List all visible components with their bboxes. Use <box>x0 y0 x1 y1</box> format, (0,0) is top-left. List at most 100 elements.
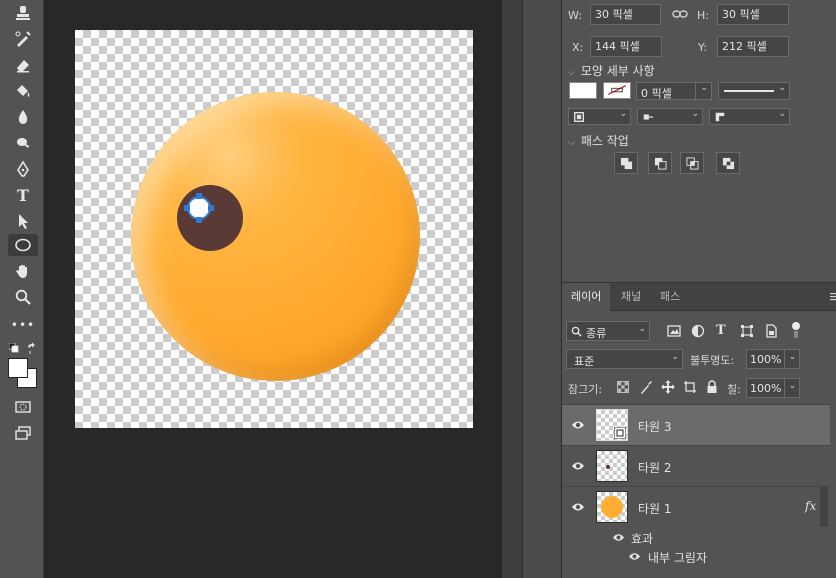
tab-layers[interactable]: 레이어 <box>562 283 611 311</box>
swap-colors-icon[interactable] <box>26 342 38 354</box>
lock-image-pixels-brush-icon[interactable] <box>639 380 653 394</box>
stamp-tool-icon[interactable] <box>8 2 38 24</box>
visibility-eye-icon[interactable] <box>571 460 585 472</box>
filter-pixel-layers-icon[interactable] <box>667 324 681 338</box>
x-position-field[interactable]: 144 픽셀 <box>590 36 662 57</box>
exclude-overlap-button[interactable] <box>716 152 740 174</box>
prevent-auto-nesting-icon[interactable] <box>683 380 697 394</box>
panel-menu-icon[interactable] <box>830 292 836 302</box>
layer-thumbnail <box>596 409 628 441</box>
layers-scrollbar[interactable] <box>820 487 828 527</box>
layer-row[interactable]: 타원 2 <box>562 445 830 486</box>
stroke-color-swatch[interactable] <box>603 82 631 99</box>
dodge-icon[interactable] <box>8 132 38 154</box>
width-label: W: <box>568 9 582 22</box>
y-position-field[interactable]: 212 픽셀 <box>717 36 789 57</box>
path-operations-section[interactable]: ⌵ 패스 작업 <box>568 132 629 149</box>
type-tool-icon[interactable]: T <box>8 184 38 206</box>
shape-details-section[interactable]: ⌵ 모양 세부 사항 <box>568 62 655 79</box>
filter-type-layers-icon[interactable]: T <box>716 323 730 338</box>
tab-channels[interactable]: 채널 <box>612 283 650 311</box>
filter-adjustment-layers-icon[interactable] <box>691 324 705 338</box>
opacity-field[interactable]: 100% ⌄ <box>746 349 800 369</box>
subtract-front-shape-button[interactable] <box>648 152 672 174</box>
more-tools-icon[interactable]: ••• <box>8 314 38 336</box>
path-anchor-right[interactable] <box>208 205 214 211</box>
subtract-shape-icon <box>654 157 667 170</box>
path-anchor-bottom[interactable] <box>196 217 202 223</box>
layers-panel: 레이어 채널 패스 종류 ⌄ T 표준 ⌄ 불투명도: 100% ⌄ 잠그기: <box>562 282 836 578</box>
height-label: H: <box>697 9 709 22</box>
canvas-workspace <box>45 0 502 578</box>
layer-effects-fx-icon[interactable]: fx <box>805 499 816 513</box>
fill-opacity-field[interactable]: 100% ⌄ <box>746 378 800 398</box>
blend-mode-dropdown[interactable]: 표준 ⌄ <box>566 349 683 369</box>
chevron-down-icon: ⌄ <box>788 352 796 362</box>
chevron-down-icon: ⌵ <box>568 68 575 78</box>
layer-thumbnail <box>596 450 628 482</box>
zoom-icon[interactable] <box>8 286 38 308</box>
x-label: X: <box>572 41 584 54</box>
fill-label: 칠: <box>727 383 741 396</box>
lock-position-move-icon[interactable] <box>661 380 675 394</box>
intersect-shapes-button[interactable] <box>680 152 704 174</box>
chevron-down-icon: ⌄ <box>700 83 708 93</box>
document-canvas[interactable] <box>75 30 473 428</box>
blur-drop-icon[interactable] <box>8 106 38 128</box>
combine-shapes-button[interactable] <box>614 152 638 174</box>
chevron-down-icon: ⌄ <box>671 352 679 362</box>
exclude-overlap-icon <box>722 157 734 169</box>
layer-name: 타원 1 <box>638 502 672 516</box>
filter-shape-layers-icon[interactable] <box>740 324 754 338</box>
path-selection-icon[interactable] <box>8 210 38 232</box>
fill-color-swatch[interactable] <box>569 82 597 99</box>
layer-row[interactable]: 타원 3 <box>562 404 830 445</box>
inner-shadow-visibility-eye-icon[interactable] <box>628 551 641 562</box>
pen-icon[interactable] <box>8 158 38 180</box>
ellipse-tool-icon[interactable] <box>8 234 38 256</box>
chevron-down-icon: ⌄ <box>778 83 786 93</box>
stroke-corner-dropdown[interactable]: ⌄ <box>709 108 790 125</box>
path-anchor-top[interactable] <box>196 193 202 199</box>
default-colors-icon[interactable] <box>8 342 19 353</box>
search-icon <box>571 326 582 337</box>
lock-transparent-pixels-icon[interactable] <box>617 381 631 395</box>
layer-row[interactable]: 타원 1 fx ⌃ <box>562 486 830 527</box>
filter-toggle-switch[interactable] <box>791 321 801 339</box>
y-label: Y: <box>698 41 707 54</box>
stroke-align-dropdown[interactable]: ⌄ <box>568 108 631 125</box>
effects-visibility-eye-icon[interactable] <box>612 532 625 543</box>
layer-thumbnail <box>596 491 628 523</box>
link-dimensions-icon[interactable] <box>672 8 688 20</box>
inner-shadow-effect-row[interactable]: 내부 그림자 <box>562 546 830 568</box>
layer-name: 타원 3 <box>638 420 672 434</box>
foreground-color-swatch[interactable] <box>8 358 28 378</box>
path-anchor-left[interactable] <box>184 205 190 211</box>
screen-mode-icon[interactable] <box>8 422 38 444</box>
chevron-down-icon: ⌄ <box>638 324 646 334</box>
hand-icon[interactable] <box>8 260 38 282</box>
chevron-down-icon: ⌄ <box>778 109 786 119</box>
stroke-type-dropdown[interactable]: ⌄ <box>718 82 790 100</box>
chevron-down-icon: ⌵ <box>568 138 575 148</box>
dark-eye-circle-shape[interactable] <box>177 185 243 251</box>
eraser-icon[interactable] <box>8 54 38 76</box>
layer-filter-kind-dropdown[interactable]: 종류 ⌄ <box>566 321 650 341</box>
tab-paths[interactable]: 패스 <box>651 283 689 311</box>
stroke-cap-dropdown[interactable]: ⌄ <box>637 108 703 125</box>
visibility-eye-icon[interactable] <box>571 419 585 431</box>
intersect-shapes-icon <box>685 156 699 170</box>
height-field[interactable]: 30 픽셀 <box>717 4 789 25</box>
stroke-align-icon <box>574 112 584 122</box>
inner-shadow-label: 내부 그림자 <box>648 551 708 565</box>
visibility-eye-icon[interactable] <box>571 501 585 513</box>
paint-bucket-icon[interactable] <box>8 80 38 102</box>
width-field[interactable]: 30 픽셀 <box>590 4 661 25</box>
quick-mask-icon[interactable] <box>8 396 38 418</box>
orange-circle-shape[interactable] <box>131 92 420 381</box>
filter-smart-objects-icon[interactable] <box>764 324 778 338</box>
history-brush-icon[interactable] <box>8 28 38 50</box>
opacity-label: 불투명도: <box>690 354 735 367</box>
stroke-width-dropdown[interactable]: 0 픽셀 ⌄ <box>636 82 712 100</box>
lock-all-icon[interactable] <box>705 380 719 394</box>
